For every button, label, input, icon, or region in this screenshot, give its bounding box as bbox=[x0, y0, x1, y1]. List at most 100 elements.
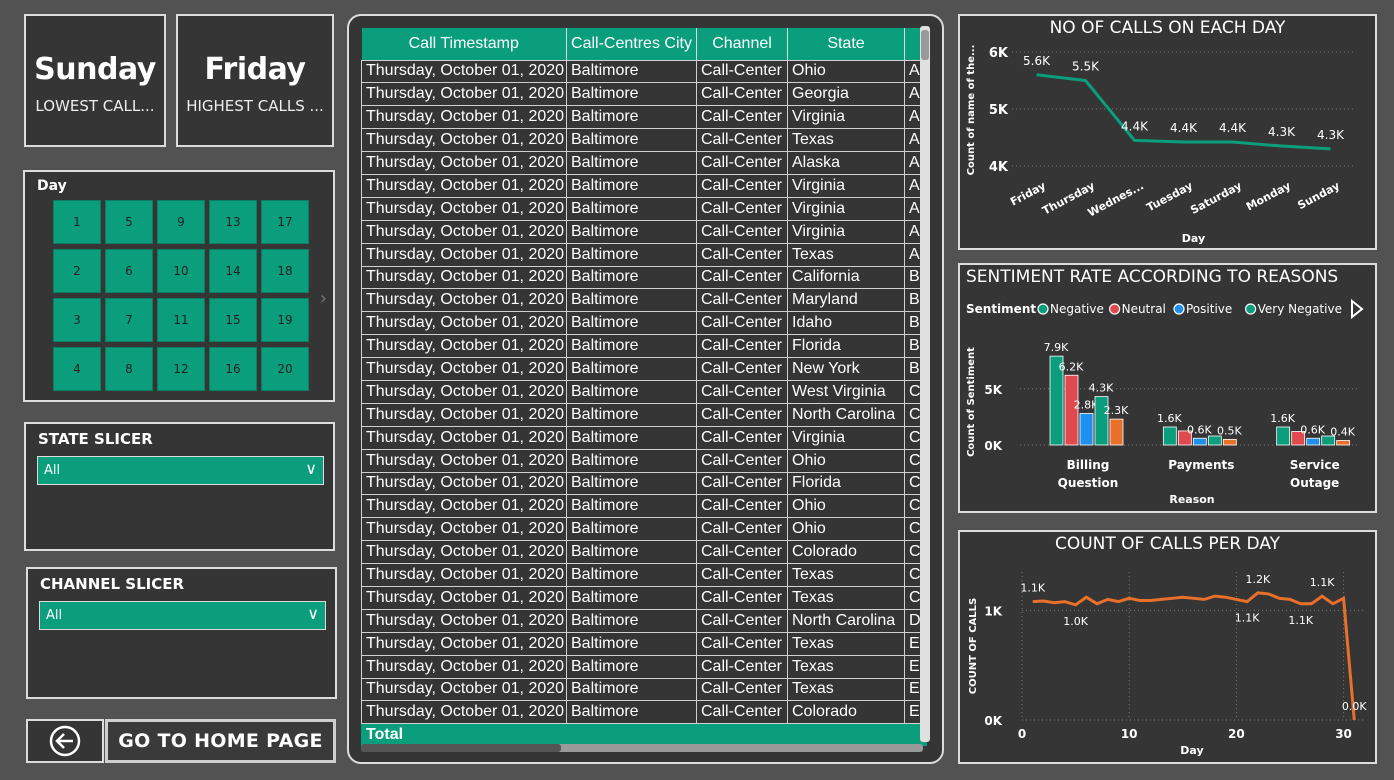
day-slicer-item[interactable]: 17 bbox=[261, 200, 309, 244]
day-slicer-item[interactable]: 13 bbox=[209, 200, 257, 244]
table-row[interactable]: Thursday, October 01, 2020 Baltimore Call-… bbox=[361, 242, 927, 267]
day-slicer-item[interactable]: 10 bbox=[157, 249, 205, 293]
data-label: 0.6K bbox=[1187, 423, 1212, 436]
data-label: 5.5K bbox=[1072, 60, 1100, 74]
day-slicer-item[interactable]: 5 bbox=[105, 200, 153, 244]
column-header[interactable]: Call Timestamp bbox=[361, 28, 567, 60]
vertical-scrollbar-thumb[interactable] bbox=[921, 30, 929, 60]
day-slicer-item[interactable]: 16 bbox=[209, 347, 257, 391]
day-slicer-item[interactable]: 4 bbox=[53, 347, 101, 391]
go-to-home-page-button[interactable]: GO TO HOME PAGE bbox=[105, 719, 336, 763]
data-label: 4.4K bbox=[1219, 121, 1247, 135]
table-row[interactable]: Thursday, October 01, 2020 Baltimore Call-… bbox=[361, 105, 927, 130]
table-cell: Thursday, October 01, 2020 bbox=[361, 82, 567, 107]
table-row[interactable]: Thursday, October 01, 2020 Baltimore Call-… bbox=[361, 517, 927, 542]
table-cell: Ohio bbox=[787, 59, 905, 84]
table-row[interactable]: Thursday, October 01, 2020 Baltimore Call-… bbox=[361, 585, 927, 610]
data-label: 0.6K bbox=[1300, 423, 1325, 436]
table-row[interactable]: Thursday, October 01, 2020 Baltimore Call-… bbox=[361, 357, 927, 381]
table-cell: Colorado bbox=[787, 700, 905, 725]
table-row[interactable]: Thursday, October 01, 2020 Baltimore Call-… bbox=[361, 311, 927, 336]
day-slicer-item[interactable]: 8 bbox=[105, 347, 153, 391]
table-row[interactable]: Thursday, October 01, 2020 Baltimore Call-… bbox=[361, 425, 927, 450]
table-body: Thursday, October 01, 2020 Baltimore Call-… bbox=[361, 59, 927, 725]
table-row[interactable]: Thursday, October 01, 2020 Baltimore Call-… bbox=[361, 334, 927, 359]
channel-slicer-title: CHANNEL SLICER bbox=[40, 575, 185, 593]
day-slicer-item[interactable]: 3 bbox=[53, 298, 101, 342]
table-row[interactable]: Thursday, October 01, 2020 Baltimore Call-… bbox=[361, 265, 927, 290]
table-row[interactable]: Thursday, October 01, 2020 Baltimore Call-… bbox=[361, 608, 927, 633]
table-cell: Call-Center bbox=[696, 402, 788, 427]
table-cell: Call-Center bbox=[696, 654, 788, 679]
table-row[interactable]: Thursday, October 01, 2020 Baltimore Call-… bbox=[361, 82, 927, 107]
table-cell: Call-Center bbox=[696, 59, 788, 84]
day-slicer-item[interactable]: 2 bbox=[53, 249, 101, 293]
table-row[interactable]: Thursday, October 01, 2020 Baltimore Call-… bbox=[361, 379, 927, 404]
table-row[interactable]: Thursday, October 01, 2020 Baltimore Call-… bbox=[361, 631, 927, 656]
day-slicer-item[interactable]: 11 bbox=[157, 298, 205, 342]
calls-table-panel: Call Timestamp Call-Centres City Channel St… bbox=[347, 14, 944, 764]
table-row[interactable]: Thursday, October 01, 2020 Baltimore Call-… bbox=[361, 288, 927, 313]
table-row[interactable]: Thursday, October 01, 2020 Baltimore Call-… bbox=[361, 448, 927, 473]
table-cell: Baltimore bbox=[566, 448, 697, 473]
series-line bbox=[1032, 591, 1356, 721]
table-cell: Thursday, October 01, 2020 bbox=[361, 173, 567, 198]
column-header[interactable]: Call-Centres City bbox=[566, 28, 697, 60]
table-cell: Baltimore bbox=[566, 334, 697, 359]
day-slicer-item[interactable]: 1 bbox=[53, 200, 101, 244]
day-slicer-item[interactable]: 12 bbox=[157, 347, 205, 391]
table-cell: Call-Center bbox=[696, 128, 788, 153]
table-row[interactable]: Thursday, October 01, 2020 Baltimore Call-… bbox=[361, 128, 927, 153]
vertical-scrollbar[interactable] bbox=[920, 26, 930, 742]
day-slicer-item[interactable]: 6 bbox=[105, 249, 153, 293]
table-row[interactable]: Thursday, October 01, 2020 Baltimore Call-… bbox=[361, 677, 927, 702]
state-dropdown[interactable]: All ∨ bbox=[37, 456, 324, 485]
x-tick-label: Billing bbox=[1067, 458, 1110, 472]
table-row[interactable]: Thursday, October 01, 2020 Baltimore Call-… bbox=[361, 494, 927, 519]
legend-scroll-right-icon[interactable] bbox=[1351, 298, 1364, 320]
table-cell: Baltimore bbox=[566, 288, 697, 313]
table-row[interactable]: Thursday, October 01, 2020 Baltimore Call-… bbox=[361, 59, 927, 84]
day-slicer-item[interactable]: 15 bbox=[209, 298, 257, 342]
day-slicer-item[interactable]: 18 bbox=[261, 249, 309, 293]
day-slicer-item[interactable]: 7 bbox=[105, 298, 153, 342]
day-slicer-item[interactable]: 19 bbox=[261, 298, 309, 342]
channel-dropdown[interactable]: All ∨ bbox=[39, 601, 326, 630]
table-cell: Texas bbox=[787, 654, 905, 679]
table-cell: Colorado bbox=[787, 540, 905, 565]
table-row[interactable]: Thursday, October 01, 2020 Baltimore Call-… bbox=[361, 471, 927, 496]
column-header[interactable]: State bbox=[787, 28, 905, 60]
table-cell: Texas bbox=[787, 242, 905, 267]
table-row[interactable]: Thursday, October 01, 2020 Baltimore Call-… bbox=[361, 219, 927, 244]
table-row[interactable]: Thursday, October 01, 2020 Baltimore Call-… bbox=[361, 196, 927, 221]
table-cell: Texas bbox=[787, 631, 905, 656]
horizontal-scrollbar-thumb[interactable] bbox=[361, 744, 561, 752]
table-row[interactable]: Thursday, October 01, 2020 Baltimore Call-… bbox=[361, 173, 927, 198]
table-row[interactable]: Thursday, October 01, 2020 Baltimore Call-… bbox=[361, 700, 927, 725]
horizontal-scrollbar[interactable] bbox=[361, 744, 923, 752]
data-label: 6.2K bbox=[1059, 360, 1084, 373]
table-row[interactable]: Thursday, October 01, 2020 Baltimore Call-… bbox=[361, 563, 927, 587]
table-cell: Thursday, October 01, 2020 bbox=[361, 700, 567, 725]
table-cell: Florida bbox=[787, 471, 905, 496]
day-slicer-item[interactable]: 20 bbox=[261, 347, 309, 391]
table-row[interactable]: Thursday, October 01, 2020 Baltimore Call-… bbox=[361, 654, 927, 679]
day-slicer-item[interactable]: 14 bbox=[209, 249, 257, 293]
table-cell: Call-Center bbox=[696, 242, 788, 267]
table-row[interactable]: Thursday, October 01, 2020 Baltimore Call-… bbox=[361, 402, 927, 427]
column-header[interactable]: Channel bbox=[696, 28, 788, 60]
day-slicer-item[interactable]: 9 bbox=[157, 200, 205, 244]
back-button[interactable] bbox=[26, 719, 104, 763]
table-row[interactable]: Thursday, October 01, 2020 Baltimore Call-… bbox=[361, 540, 927, 565]
state-slicer-title: STATE SLICER bbox=[38, 430, 153, 448]
table-cell: Thursday, October 01, 2020 bbox=[361, 357, 567, 381]
table-row[interactable]: Thursday, October 01, 2020 Baltimore Call-… bbox=[361, 151, 927, 175]
x-axis-label: Day bbox=[1182, 232, 1205, 245]
table-cell: Call-Center bbox=[696, 608, 788, 633]
table-cell: Call-Center bbox=[696, 357, 788, 381]
chevron-right-icon[interactable]: › bbox=[320, 288, 327, 309]
y-tick-label: 5K bbox=[984, 383, 1002, 397]
calls-per-weekday-svg: 4K5K6K 5.6KFriday5.5KThursday4.4KWednes..… bbox=[966, 45, 1355, 245]
table-cell: Idaho bbox=[787, 311, 905, 336]
table-cell: Call-Center bbox=[696, 517, 788, 542]
